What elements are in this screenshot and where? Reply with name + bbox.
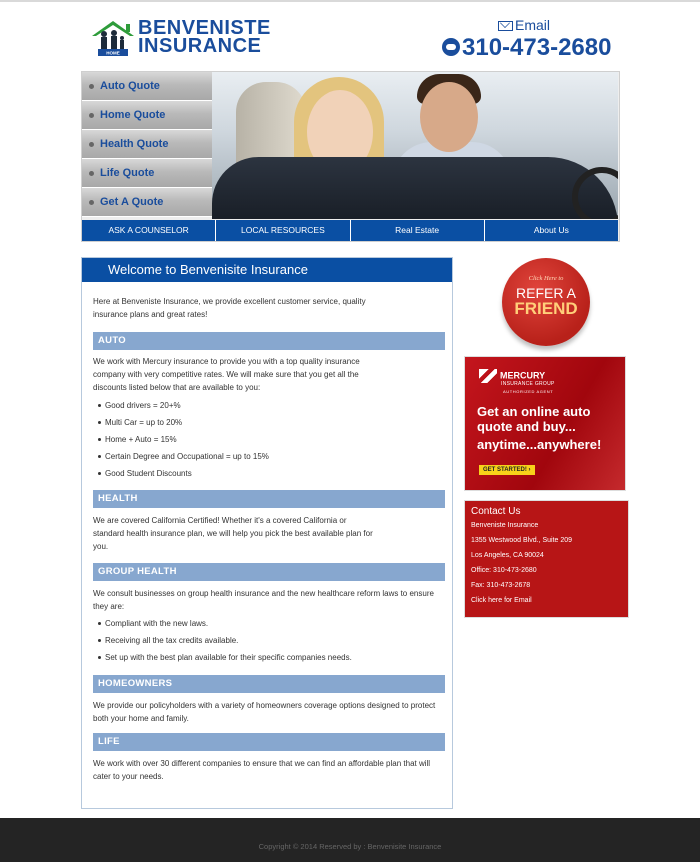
intro-text: Here at Benveniste Insurance, we provide… <box>93 297 366 319</box>
section-life-header: LIFE <box>93 733 445 751</box>
house-family-icon: HOME <box>92 21 134 56</box>
phone-icon <box>442 37 460 56</box>
group-health-text: We consult businesses on group health in… <box>93 589 434 611</box>
mercury-ad-banner[interactable]: MERCURY INSURANCE GROUP AUTHORIZED AGENT… <box>464 356 626 491</box>
health-text: We are covered California Certified! Whe… <box>93 516 373 551</box>
contact-address: 1355 Westwood Blvd., Suite 209 <box>471 537 573 544</box>
mercury-wing-icon <box>479 369 497 383</box>
auto-bullet: Home + Auto = 15% <box>98 434 177 445</box>
group-bullet: Set up with the best plan available for … <box>98 652 352 663</box>
refer-a-friend-button[interactable]: Click Here to REFER A FRIEND <box>502 258 590 346</box>
nav-local-resources[interactable]: LOCAL RESOURCES <box>216 220 351 241</box>
copyright-text: Copyright © 2014 Reserved by : Benvenisi… <box>258 842 442 851</box>
hero-image <box>212 72 618 219</box>
phone-number[interactable]: 310-473-2680 <box>442 34 611 62</box>
man-face <box>420 82 478 152</box>
section-auto-header: AUTO <box>93 332 445 350</box>
auto-bullet: Good Student Discounts <box>98 468 192 479</box>
email-label: Email <box>515 17 551 33</box>
auto-bullet: Multi Car = up to 20% <box>98 417 182 428</box>
site-logo[interactable]: HOME BENVENISTE INSURANCE <box>90 18 270 59</box>
life-text: We work with over 30 different companies… <box>93 759 431 781</box>
contact-city: Los Angeles, CA 90024 <box>471 552 544 559</box>
ad-headline: Get an online auto quote and buy... <box>477 404 591 434</box>
quote-menu-home[interactable]: Home Quote <box>82 101 212 130</box>
refer-line-3: FRIEND <box>514 299 578 318</box>
section-homeowners-header: HOMEOWNERS <box>93 675 445 693</box>
contact-email-link[interactable]: Click here for Email <box>471 596 532 605</box>
nav-about-us[interactable]: About Us <box>485 220 618 241</box>
mercury-subtitle: INSURANCE GROUP <box>501 381 555 387</box>
envelope-icon <box>498 21 513 32</box>
contact-box: Contact Us Benveniste Insurance 1355 Wes… <box>464 500 629 618</box>
car-body <box>212 157 618 219</box>
auto-text: We work with Mercury insurance to provid… <box>93 357 360 392</box>
quote-menu-life[interactable]: Life Quote <box>82 159 212 188</box>
logo-text: BENVENISTE INSURANCE <box>138 18 271 57</box>
quote-menu-auto[interactable]: Auto Quote <box>82 72 212 101</box>
top-border <box>0 0 700 2</box>
contact-fax: Fax: 310-473-2678 <box>471 582 531 589</box>
mercury-agent: AUTHORIZED AGENT <box>503 389 554 394</box>
main-nav: ASK A COUNSELOR LOCAL RESOURCES Real Est… <box>82 220 618 241</box>
contact-company: Benveniste Insurance <box>471 522 539 529</box>
contact-office: Office: 310-473-2680 <box>471 567 537 574</box>
svg-text:HOME: HOME <box>106 51 120 56</box>
logo-line-2: INSURANCE <box>138 35 262 57</box>
welcome-heading: Welcome to Benvenisite Insurance <box>82 258 452 282</box>
quote-menu: Auto Quote Home Quote Health Quote Life … <box>82 72 212 220</box>
section-health-header: HEALTH <box>93 490 445 508</box>
homeowners-text: We provide our policyholders with a vari… <box>93 701 436 723</box>
group-bullet: Compliant with the new laws. <box>98 618 208 629</box>
quote-menu-get-quote[interactable]: Get A Quote <box>82 188 212 217</box>
quote-menu-health[interactable]: Health Quote <box>82 130 212 159</box>
footer: Copyright © 2014 Reserved by : Benvenisi… <box>0 818 700 862</box>
auto-bullet: Certain Degree and Occupational = up to … <box>98 451 269 462</box>
section-group-health-header: GROUP HEALTH <box>93 563 445 581</box>
auto-bullet: Good drivers = 20+% <box>98 400 181 411</box>
nav-ask-counselor[interactable]: ASK A COUNSELOR <box>82 220 217 241</box>
ad-headline-2: anytime...anywhere! <box>477 437 602 452</box>
refer-line-1: Click Here to <box>528 275 564 282</box>
nav-real-estate[interactable]: Real Estate <box>351 220 485 241</box>
phone-text: 310-473-2680 <box>462 34 612 61</box>
email-link[interactable]: Email <box>498 17 550 33</box>
group-bullet: Receiving all the tax credits available. <box>98 635 238 646</box>
mercury-brand: MERCURY <box>500 370 546 381</box>
get-started-button[interactable]: GET STARTED! › <box>479 465 535 475</box>
contact-title: Contact Us <box>471 506 521 517</box>
